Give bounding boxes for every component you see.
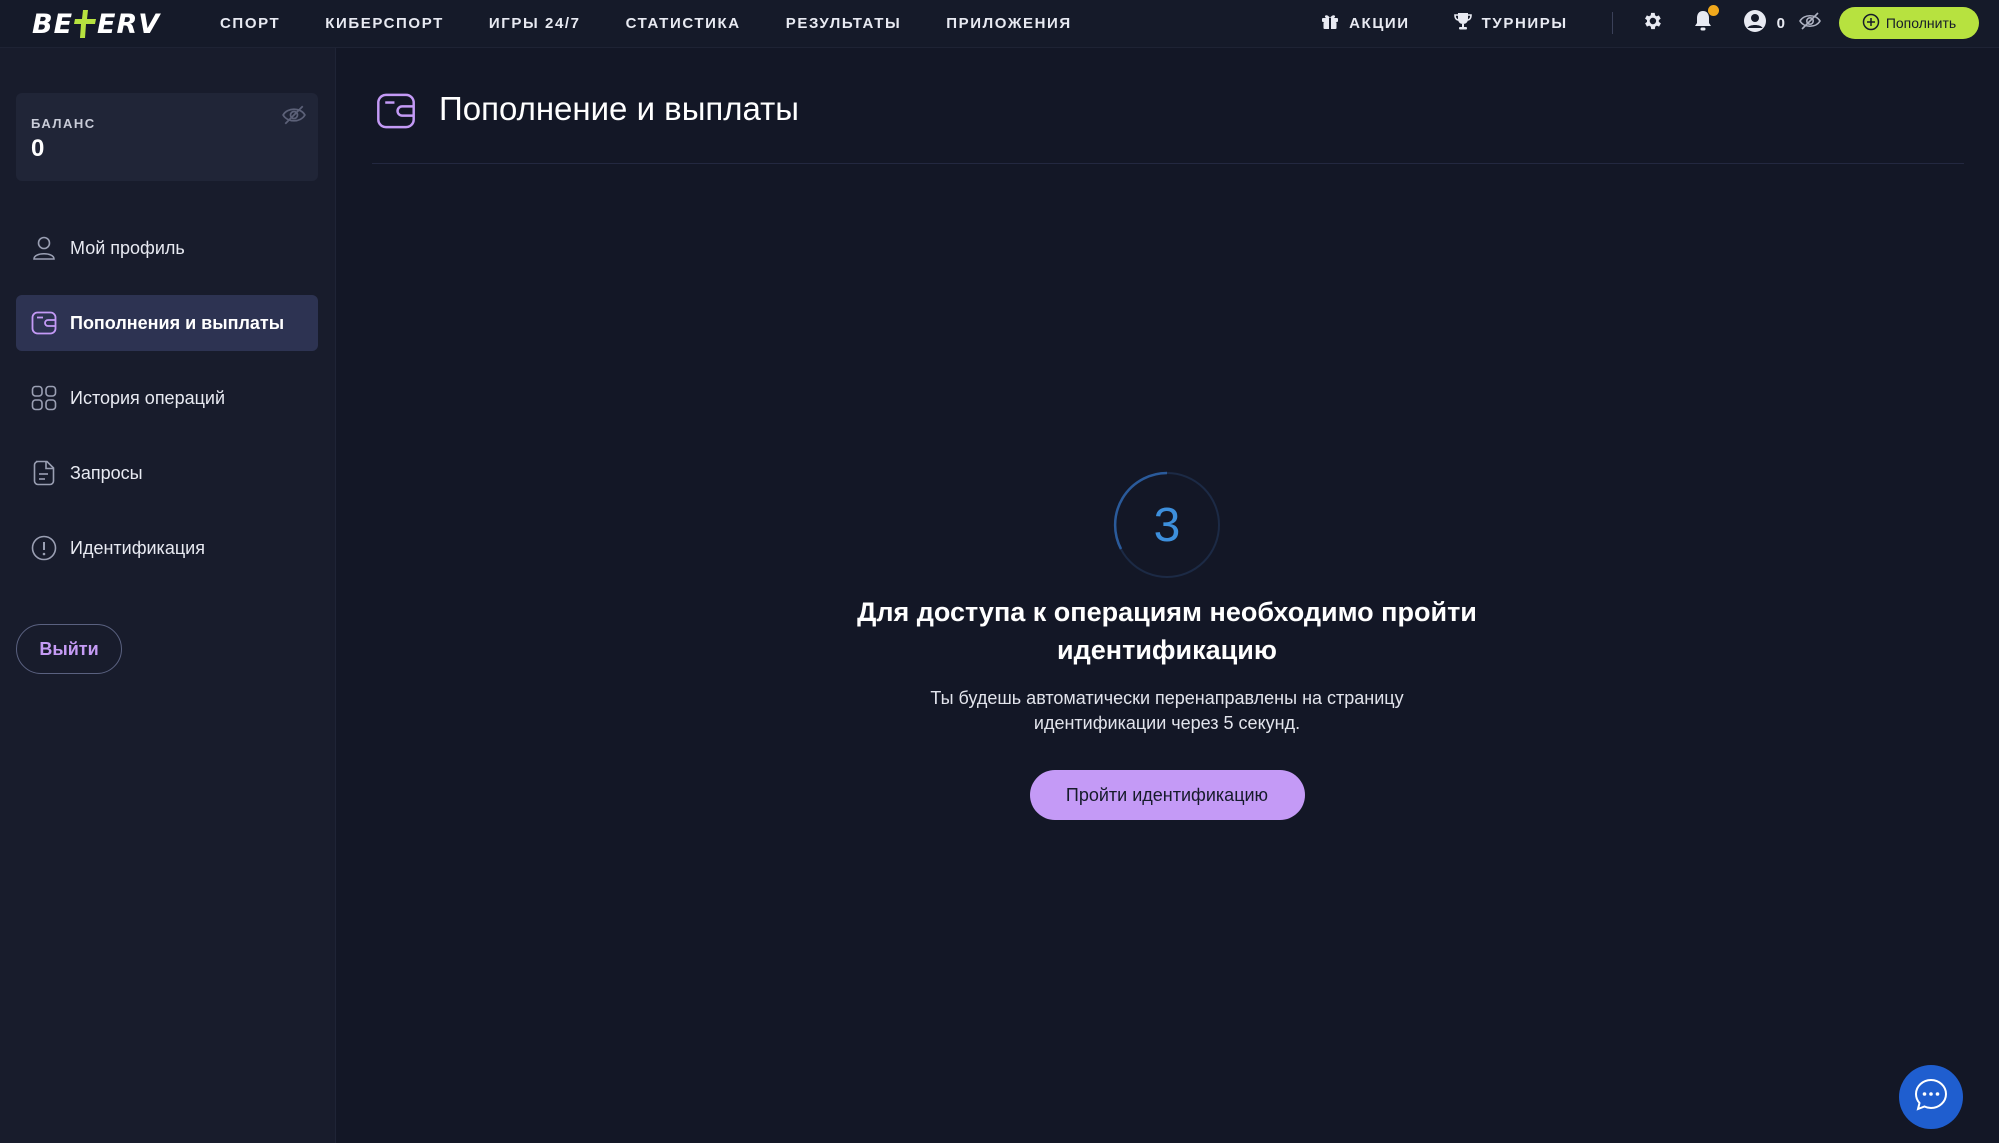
trophy-icon: [1453, 12, 1472, 34]
logo-cross-icon: [74, 10, 97, 38]
notice-subtitle: Ты будешь автоматически перенаправлены н…: [930, 688, 1404, 733]
sidebar-item-profile[interactable]: Мой профиль: [16, 220, 318, 276]
logo-text-left: BE: [32, 8, 74, 40]
eye-off-icon[interactable]: [282, 105, 306, 130]
gift-icon: [1321, 12, 1339, 34]
chat-icon: [1913, 1077, 1949, 1118]
main-nav: СПОРТ КИБЕРСПОРТ ИГРЫ 24/7 СТАТИСТИКА РЕ…: [220, 0, 1117, 46]
user-icon: [1743, 9, 1767, 37]
promotions-link[interactable]: АКЦИИ: [1321, 12, 1410, 34]
notifications-button[interactable]: [1693, 4, 1719, 37]
logo-text-right: ERV: [97, 8, 161, 40]
deposit-label: Пополнить: [1885, 15, 1957, 31]
balance-label: БАЛАНС: [31, 116, 96, 131]
gear-icon: [1641, 10, 1663, 37]
logout-button[interactable]: Выйти: [16, 624, 122, 674]
nav-item-results[interactable]: РЕЗУЛЬТАТЫ: [786, 15, 902, 32]
balance-value: 0: [31, 135, 45, 162]
support-chat-button[interactable]: [1899, 1065, 1963, 1129]
sidebar-item-identification[interactable]: Идентификация: [16, 520, 318, 576]
account-button[interactable]: 0: [1743, 9, 1785, 37]
hide-balance-button[interactable]: [1799, 11, 1821, 35]
nav-item-sport[interactable]: СПОРТ: [220, 15, 280, 32]
wallet-icon: [29, 308, 59, 338]
promotions-label: АКЦИИ: [1349, 14, 1410, 32]
page-title: Пополнение и выплаты: [439, 90, 800, 127]
start-identification-button[interactable]: Пройти идентификацию: [1029, 770, 1305, 820]
countdown-value: 3: [1153, 498, 1181, 552]
brand-logo[interactable]: BE ERV: [32, 8, 160, 40]
deposit-button[interactable]: Пополнить: [1839, 7, 1979, 39]
countdown-timer: 3: [1112, 470, 1222, 580]
nav-item-games[interactable]: ИГРЫ 24/7: [489, 15, 581, 32]
document-icon: [29, 458, 59, 488]
notification-badge: [1707, 4, 1719, 16]
topbar-divider: [1611, 12, 1613, 34]
nav-item-statistics[interactable]: СТАТИСТИКА: [626, 15, 741, 32]
eye-off-icon: [1799, 11, 1821, 35]
tournaments-label: ТУРНИРЫ: [1481, 14, 1568, 32]
tournaments-link[interactable]: ТУРНИРЫ: [1453, 12, 1568, 34]
nav-item-apps[interactable]: ПРИЛОЖЕНИЯ: [946, 15, 1072, 32]
balance-card: БАЛАНС 0: [16, 93, 318, 181]
sidebar-item-history[interactable]: История операций: [16, 370, 318, 426]
sidebar-item-label: Запросы: [70, 462, 143, 483]
sidebar-item-label: Идентификация: [70, 537, 205, 558]
sidebar-item-label: Пополнения и выплаты: [70, 312, 285, 333]
plus-circle-icon: [1862, 13, 1880, 34]
wallet-icon: [376, 92, 416, 135]
settings-button[interactable]: [1641, 10, 1663, 37]
top-right-actions: АКЦИИ ТУРНИРЫ 0 Пополнить: [1321, 0, 1979, 46]
top-navigation-bar: BE ERV СПОРТ КИБЕРСПОРТ ИГРЫ 24/7 СТАТИС…: [0, 0, 1999, 48]
sidebar-item-label: История операций: [70, 387, 226, 408]
notice-title: Для доступа к операциям необходимо пройт…: [857, 597, 1477, 665]
account-sidebar: БАЛАНС 0 Мой профиль Пополнения и выплат…: [0, 48, 336, 1143]
page-header: Пополнение и выплаты: [372, 78, 1964, 164]
sidebar-item-requests[interactable]: Запросы: [16, 445, 318, 501]
identification-notice: 3 Для доступа к операциям необходимо про…: [767, 470, 1567, 820]
nav-item-esports[interactable]: КИБЕРСПОРТ: [325, 15, 444, 32]
sidebar-menu: Мой профиль Пополнения и выплаты История…: [16, 220, 318, 595]
sidebar-item-payments[interactable]: Пополнения и выплаты: [16, 295, 318, 351]
user-icon: [29, 233, 59, 263]
grid-icon: [29, 383, 59, 413]
alert-circle-icon: [29, 533, 59, 563]
account-balance: 0: [1776, 14, 1785, 32]
sidebar-item-label: Мой профиль: [70, 237, 185, 258]
